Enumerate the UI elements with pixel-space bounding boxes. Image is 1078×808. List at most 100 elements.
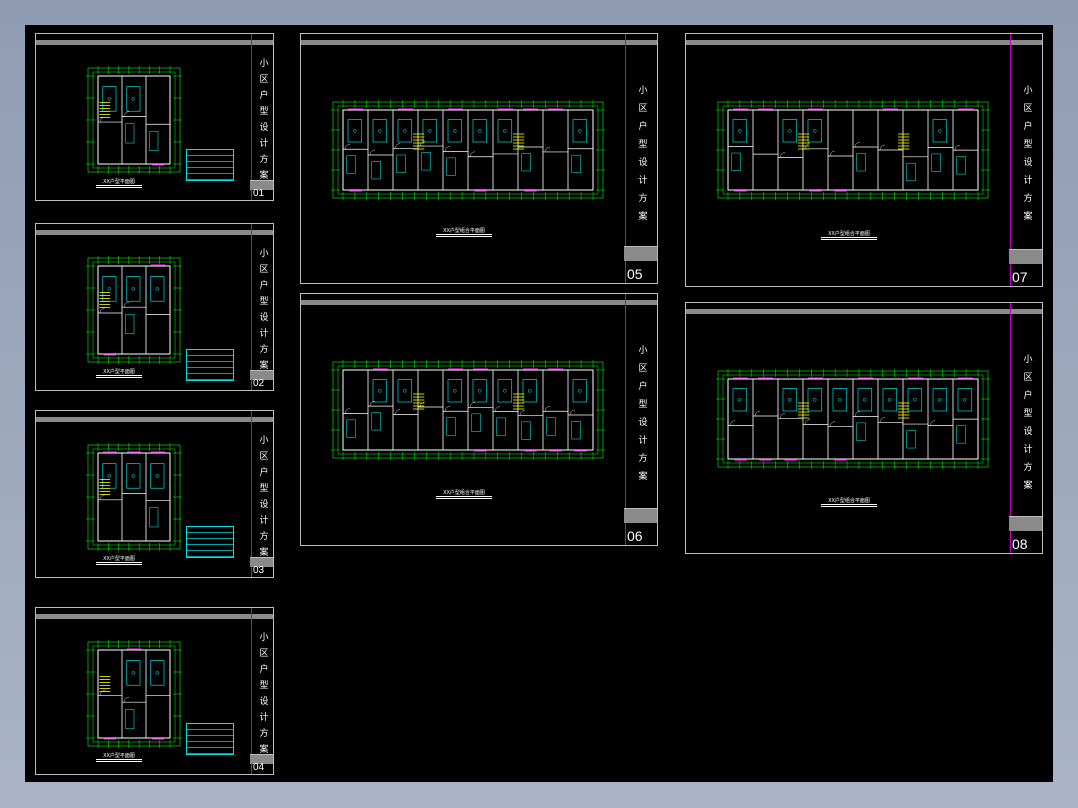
sheet-border-bar: [301, 40, 657, 45]
drawing-sheet-06[interactable]: 小区户型设计方案 06 XX户型组合平面图: [300, 293, 658, 546]
sheet-title-vertical: 小区户型设计方案: [253, 433, 275, 561]
sheet-number-box: 07: [1009, 249, 1042, 286]
title-char: 户: [259, 665, 269, 675]
title-char: 计: [259, 713, 269, 723]
title-char: 案: [1023, 481, 1033, 491]
title-char: 计: [1023, 176, 1033, 186]
title-char: 户: [259, 91, 269, 101]
drawing-sheet-03[interactable]: 小区户型设计方案 03 XX户型平面图: [35, 410, 274, 578]
title-block-divider: [251, 224, 252, 390]
sheet-number-box: 06: [624, 508, 657, 545]
sheet-title-vertical: 小区户型设计方案: [627, 82, 659, 226]
area-table: [186, 149, 234, 181]
number-box-fill: [624, 247, 657, 261]
title-char: 区: [259, 452, 269, 462]
title-char: 户: [638, 382, 648, 392]
title-char: 案: [638, 472, 648, 482]
drawing-sheet-02[interactable]: 小区户型设计方案 02 XX户型平面图: [35, 223, 274, 391]
area-table-row: [187, 374, 233, 380]
sheet-number: 07: [1012, 269, 1028, 285]
sheet-number: 06: [627, 528, 643, 544]
title-char: 型: [1023, 140, 1033, 150]
title-char: 小: [638, 346, 648, 356]
sheet-border-bar: [36, 230, 273, 235]
sheet-title-vertical: 小区户型设计方案: [1012, 82, 1044, 226]
number-box-fill: [1009, 517, 1042, 531]
floor-plan-drawing: [331, 360, 605, 460]
area-table-row: [187, 174, 233, 180]
sheet-number-box: 01: [250, 180, 273, 200]
drawing-sheet-04[interactable]: 小区户型设计方案 04 XX户型平面图: [35, 607, 274, 775]
drawing-canvas[interactable]: 小区户型设计方案 01 XX户型平面图小区户型设计方案 02 XX户型平面图小区户型设计…: [25, 25, 1053, 782]
area-table: [186, 526, 234, 558]
sheet-number: 05: [627, 266, 643, 282]
sheet-number-box: 05: [624, 246, 657, 283]
title-char: 户: [259, 468, 269, 478]
title-char: 设: [259, 123, 269, 133]
drawing-caption: XX户型平面图: [96, 368, 142, 378]
sheet-title-vertical: 小区户型设计方案: [1012, 351, 1044, 495]
title-char: 型: [638, 400, 648, 410]
floor-plan-drawing: [716, 100, 990, 200]
title-char: 设: [638, 158, 648, 168]
title-char: 设: [259, 313, 269, 323]
sheet-title-vertical: 小区户型设计方案: [253, 246, 275, 374]
sheet-border-bar: [686, 309, 1042, 314]
sheet-number: 08: [1012, 536, 1028, 552]
title-block-divider: [251, 34, 252, 200]
title-char: 方: [259, 345, 269, 355]
title-char: 方: [1023, 194, 1033, 204]
title-char: 计: [638, 436, 648, 446]
sheet-number: 02: [253, 378, 265, 389]
title-char: 型: [259, 297, 269, 307]
title-block-divider: [251, 411, 252, 577]
title-char: 设: [259, 697, 269, 707]
title-char: 户: [638, 122, 648, 132]
title-char: 计: [638, 176, 648, 186]
sheet-border-bar: [36, 417, 273, 422]
title-char: 户: [1023, 391, 1033, 401]
title-char: 小: [638, 86, 648, 96]
sheet-border-bar: [301, 300, 657, 305]
drawing-sheet-07[interactable]: 小区户型设计方案 07 XX户型组合平面图: [685, 33, 1043, 287]
area-table: [186, 349, 234, 381]
title-char: 计: [1023, 445, 1033, 455]
title-char: 区: [259, 649, 269, 659]
title-char: 型: [259, 107, 269, 117]
title-char: 小: [259, 59, 269, 69]
title-char: 方: [638, 454, 648, 464]
title-char: 设: [1023, 427, 1033, 437]
sheet-number: 01: [253, 188, 265, 199]
sheet-number-box: 03: [250, 557, 273, 577]
drawing-caption: XX户型平面图: [96, 555, 142, 565]
title-char: 小: [259, 249, 269, 259]
drawing-sheet-05[interactable]: 小区户型设计方案 05 XX户型组合平面图: [300, 33, 658, 284]
title-char: 设: [259, 500, 269, 510]
drawing-sheet-08[interactable]: 小区户型设计方案 08 XX户型组合平面图: [685, 302, 1043, 554]
title-char: 区: [1023, 373, 1033, 383]
sheet-title-vertical: 小区户型设计方案: [253, 56, 275, 184]
sheet-number-box: 04: [250, 754, 273, 774]
title-char: 户: [1023, 122, 1033, 132]
drawing-caption: XX户型平面图: [96, 178, 142, 188]
area-table: [186, 723, 234, 755]
title-char: 案: [638, 212, 648, 222]
title-char: 计: [259, 516, 269, 526]
title-char: 方: [259, 155, 269, 165]
drawing-caption: XX户型组合平面图: [821, 230, 877, 240]
sheet-number: 03: [253, 565, 265, 576]
number-box-fill: [1009, 250, 1042, 264]
title-char: 型: [1023, 409, 1033, 419]
title-char: 区: [1023, 104, 1033, 114]
floor-plan-drawing: [716, 369, 990, 469]
sheet-border-bar: [36, 40, 273, 45]
title-char: 设: [638, 418, 648, 428]
area-table-row: [187, 551, 233, 557]
drawing-caption: XX户型组合平面图: [436, 227, 492, 237]
sheet-border-bar: [686, 40, 1042, 45]
drawing-sheet-01[interactable]: 小区户型设计方案 01 XX户型平面图: [35, 33, 274, 201]
sheet-border-bar: [36, 614, 273, 619]
title-char: 计: [259, 329, 269, 339]
title-char: 方: [259, 729, 269, 739]
title-char: 小: [259, 633, 269, 643]
